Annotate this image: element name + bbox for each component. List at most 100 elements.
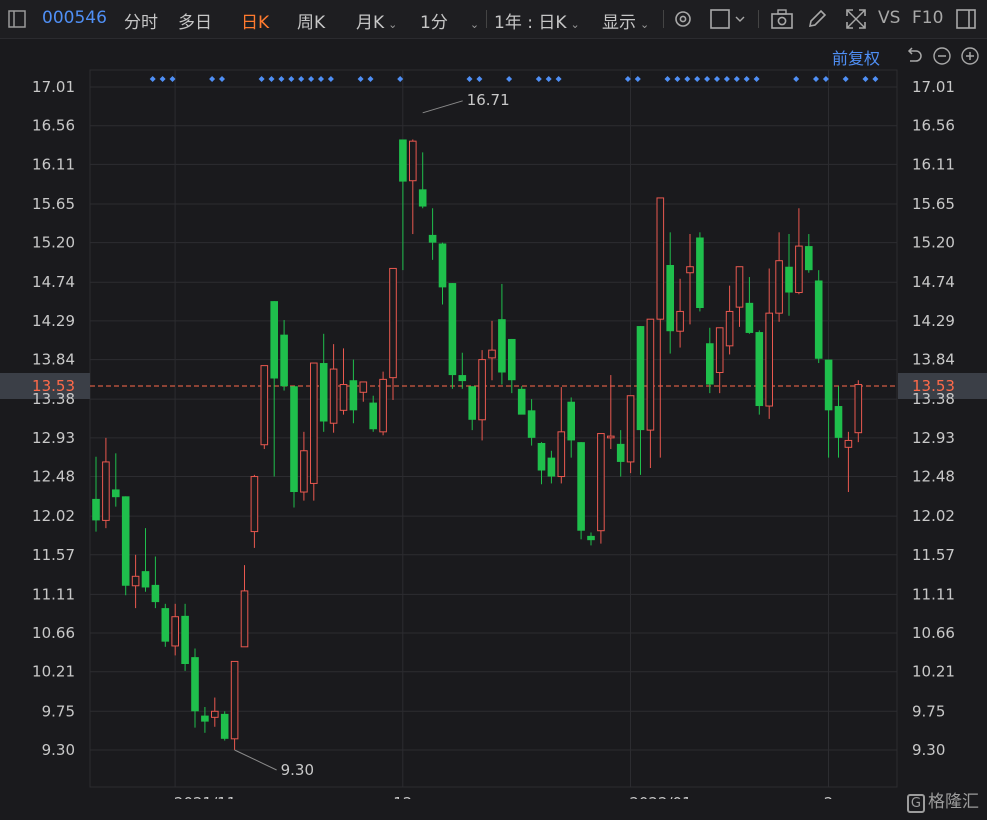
candle — [102, 437, 110, 529]
candle-body — [775, 260, 783, 314]
candle-body — [577, 442, 585, 531]
tab-monthly-k[interactable]: 月K ⌄ — [356, 8, 397, 33]
y-tick-label: 12.48 — [32, 468, 75, 486]
candle — [329, 344, 338, 433]
event-marker-dot — [704, 76, 711, 82]
candle-body — [300, 450, 308, 493]
candle-body — [230, 660, 239, 740]
candle — [339, 348, 348, 415]
candle — [171, 603, 179, 656]
y-tick-label: 11.11 — [912, 585, 955, 603]
candle-body — [161, 608, 170, 642]
tab-weekly-k[interactable]: 周K — [297, 8, 325, 33]
candle — [240, 565, 249, 648]
y-tick-label: 13.84 — [32, 351, 75, 369]
gear-icon[interactable] — [672, 8, 694, 30]
candle — [765, 268, 774, 419]
candle — [121, 496, 130, 596]
y-tick-label: 14.29 — [912, 312, 955, 330]
event-markers — [149, 76, 879, 82]
candle-body — [785, 266, 793, 293]
toolbar-divider — [663, 10, 664, 28]
tab-daily-k[interactable]: 日K — [241, 8, 269, 33]
chevron-down-icon: ⌄ — [640, 18, 650, 31]
f10-button[interactable]: F10 — [912, 8, 943, 28]
candle — [735, 266, 744, 327]
candle-body — [824, 359, 833, 411]
candle-body — [686, 266, 694, 274]
candle — [795, 208, 803, 295]
max-price-label: 16.71 — [467, 91, 510, 109]
y-tick-label: 16.11 — [912, 155, 955, 173]
candle-body — [567, 401, 575, 441]
candle-body — [725, 310, 734, 347]
window-icon[interactable] — [955, 8, 977, 30]
candle — [211, 697, 219, 727]
candlestick-chart[interactable]: 13.53 13.53 17.0116.5616.1115.6515.2014.7… — [0, 39, 987, 799]
candle-body — [389, 267, 397, 379]
candles — [92, 139, 863, 750]
square-icon[interactable] — [709, 8, 747, 30]
candle-body — [547, 457, 556, 477]
y-tick-label: 9.30 — [42, 741, 75, 759]
candle — [260, 365, 269, 450]
chevron-down-icon: ⌄ — [469, 18, 480, 31]
stock-code[interactable]: 000546 — [42, 8, 107, 28]
display-select[interactable]: 显示 ⌄ — [602, 8, 649, 33]
y-tick-label: 17.01 — [912, 78, 955, 96]
candle — [478, 350, 486, 441]
range-select[interactable]: 1年 : 日K ⌄ — [494, 8, 580, 33]
toolbar-divider — [486, 10, 487, 28]
candle — [557, 387, 566, 484]
candle — [191, 648, 199, 728]
tab-intraday[interactable]: 分时 — [124, 8, 158, 33]
event-marker-dot — [733, 76, 740, 82]
candle — [597, 433, 605, 544]
tab-multi-day[interactable]: 多日 — [178, 8, 212, 33]
y-tick-label: 14.29 — [32, 312, 75, 330]
y-tick-label: 10.66 — [912, 624, 955, 642]
candle-body — [656, 197, 665, 320]
candle-body — [646, 318, 655, 431]
max-price-leader — [422, 100, 463, 114]
y-tick-label: 12.02 — [32, 507, 75, 525]
candle-body — [191, 657, 199, 712]
event-marker-dot — [743, 76, 750, 82]
y-tick-label: 10.21 — [912, 663, 955, 681]
candle — [567, 397, 575, 458]
candle — [92, 456, 100, 532]
candle — [577, 442, 585, 540]
chevron-down-icon: ⌄ — [570, 18, 580, 31]
y-tick-label: 15.20 — [912, 234, 955, 252]
candle-body — [537, 443, 546, 471]
event-marker-dot — [714, 76, 720, 82]
candle — [448, 283, 457, 389]
candle-body — [458, 375, 467, 382]
expand-icon[interactable] — [844, 7, 868, 31]
candle — [458, 352, 467, 389]
candle-body — [240, 590, 249, 648]
camera-icon[interactable] — [770, 8, 794, 30]
y-tick-label: 17.01 — [32, 78, 75, 96]
event-marker-dot — [476, 76, 483, 82]
candle — [854, 380, 863, 443]
candle — [745, 277, 754, 334]
candle — [488, 320, 496, 381]
candle — [270, 301, 278, 477]
candle-body — [379, 378, 387, 433]
vs-button[interactable]: VS — [878, 8, 900, 28]
y-tick-label: 15.65 — [32, 195, 75, 213]
event-marker-dot — [545, 76, 552, 82]
candle-body — [616, 443, 625, 462]
tab-minute[interactable]: 1分 ⌄ — [420, 8, 479, 33]
event-marker-dot — [684, 76, 691, 82]
candle-body — [715, 327, 724, 373]
candle — [686, 234, 694, 325]
candle-body — [428, 234, 437, 243]
candle-body — [745, 302, 754, 333]
panel-toggle-icon[interactable] — [8, 10, 26, 28]
candle — [181, 603, 189, 671]
y-tick-label: 10.66 — [32, 624, 75, 642]
min-price-label: 9.30 — [281, 761, 314, 779]
pencil-icon[interactable] — [806, 8, 828, 30]
